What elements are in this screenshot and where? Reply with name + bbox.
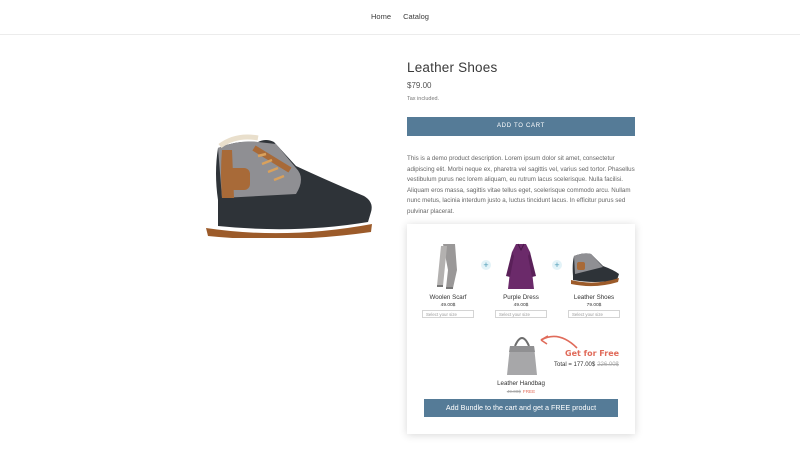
free-item-old-price: 49.00$ xyxy=(506,389,521,394)
bundle-item-name: Purple Dress xyxy=(503,294,539,301)
add-bundle-button[interactable]: Add Bundle to the cart and get a FREE pr… xyxy=(424,399,618,417)
bundle-total: Total = 177.00$ 226.00$ xyxy=(554,362,619,368)
main-nav: Home Catalog xyxy=(0,12,800,21)
bundle-item-price: 79.00$ xyxy=(586,303,602,308)
total-old-price: 226.00$ xyxy=(597,362,619,368)
product-description: This is a demo product description. Lore… xyxy=(407,155,635,215)
bundle-item-name: Woolen Scarf xyxy=(429,294,467,301)
bundle-item-price: 49.00$ xyxy=(440,303,456,308)
nav-catalog-link[interactable]: Catalog xyxy=(403,12,429,21)
total-value: Total = 177.00$ xyxy=(554,362,596,368)
nav-home-link[interactable]: Home xyxy=(371,12,391,21)
bundle-item-price: 49.00$ xyxy=(513,303,529,308)
site-header: Home Catalog xyxy=(0,0,800,35)
product-image xyxy=(206,134,372,238)
dress-image xyxy=(486,242,556,290)
free-badge: FREE xyxy=(522,389,536,394)
plus-icon: + xyxy=(552,260,562,270)
get-for-free-label: Get for Free xyxy=(565,349,620,358)
tax-note: Tax included. xyxy=(407,96,440,102)
size-select[interactable]: Select your size xyxy=(568,310,620,318)
free-item-price: 49.00$ FREE xyxy=(486,389,556,394)
shoes-image xyxy=(559,242,629,290)
bundle-item-dress: Purple Dress 49.00$ Select your size xyxy=(486,242,556,318)
plus-icon: + xyxy=(481,260,491,270)
product-price: $79.00 xyxy=(407,81,432,90)
scarf-image xyxy=(413,242,483,290)
bundle-item-name: Leather Shoes xyxy=(573,294,615,301)
free-item-name: Leather Handbag xyxy=(497,380,545,387)
size-select[interactable]: Select your size xyxy=(422,310,474,318)
size-select[interactable]: Select your size xyxy=(495,310,547,318)
product-title: Leather Shoes xyxy=(407,60,498,75)
bundle-item-scarf: Woolen Scarf 49.00$ Select your size xyxy=(413,242,483,318)
bundle-item-shoes: Leather Shoes 79.00$ Select your size xyxy=(559,242,629,318)
add-to-cart-button[interactable]: ADD TO CART xyxy=(407,117,635,136)
handbag-image xyxy=(507,337,537,375)
